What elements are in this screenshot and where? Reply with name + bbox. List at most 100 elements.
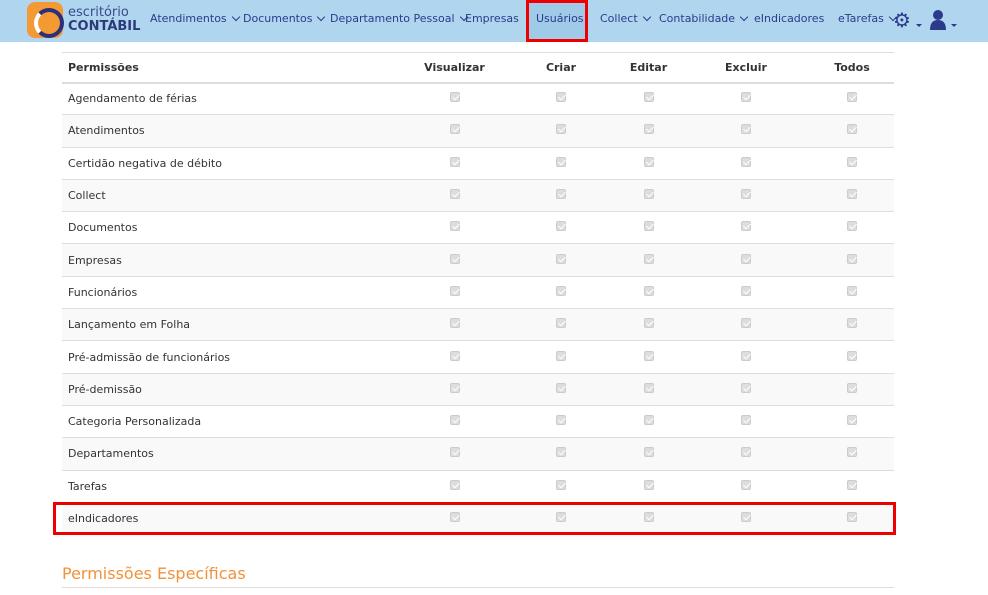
checkbox-todos[interactable] [847,318,857,329]
nav-departamento-pessoal[interactable]: Departamento Pessoal [330,12,468,25]
checkbox-editar[interactable] [643,253,654,264]
permission-name: Empresas [62,243,402,277]
nav-documentos[interactable]: Documentos [243,12,326,25]
nav-label: Contabilidade [659,12,736,25]
section-title: Permissões Específicas [62,564,246,583]
checkbox-todos[interactable] [847,221,857,232]
nav-atendimentos[interactable]: Atendimentos [150,12,240,25]
checkbox-editar[interactable] [643,447,654,458]
chevron-down-icon [317,12,326,22]
checkbox-editar[interactable] [643,92,654,103]
checkbox-excluir[interactable] [741,382,751,393]
checkbox-criar[interactable] [556,382,566,393]
checkbox-visualizar[interactable] [449,447,460,458]
nav-etarefas[interactable]: eTarefas [838,12,898,25]
checkbox-excluir[interactable] [741,479,751,490]
checkbox-editar[interactable] [643,479,654,490]
checkbox-visualizar[interactable] [449,285,460,296]
checkbox-editar[interactable] [643,124,654,135]
checkbox-criar[interactable] [556,285,566,296]
permission-name: Pré-demissão [62,373,402,406]
checkbox-criar[interactable] [556,189,566,200]
checkbox-excluir[interactable] [741,189,751,200]
checkbox-editar[interactable] [643,415,654,426]
checkbox-editar[interactable] [643,382,654,393]
checkbox-excluir[interactable] [741,253,751,264]
table-row: Atendimentos [62,114,894,148]
checkbox-excluir[interactable] [741,156,751,167]
checkbox-todos[interactable] [847,415,857,426]
checkbox-excluir[interactable] [741,92,751,103]
checkbox-visualizar[interactable] [449,479,460,490]
nav-contabilidade[interactable]: Contabilidade [659,12,749,25]
chevron-down-icon [231,12,240,22]
checkbox-todos[interactable] [847,124,857,135]
checkbox-todos[interactable] [847,92,857,103]
checkbox-visualizar[interactable] [449,318,460,329]
checkbox-todos[interactable] [847,156,857,167]
nav-label: Usuários [536,12,584,25]
checkbox-visualizar[interactable] [449,382,460,393]
checkbox-excluir[interactable] [741,447,751,458]
checkbox-criar[interactable] [556,253,566,264]
checkbox-todos[interactable] [847,479,857,490]
column-header: Editar [615,52,682,84]
checkbox-visualizar[interactable] [449,415,460,426]
checkbox-excluir[interactable] [741,221,751,232]
nav-eindicadores[interactable]: eIndicadores [754,12,824,25]
chevron-down-icon [642,12,651,22]
checkbox-visualizar[interactable] [449,253,460,264]
logo[interactable]: escritório CONTÁBIL [27,2,140,38]
checkbox-editar[interactable] [643,156,654,167]
permissions-table: Permissões Visualizar Criar Editar Excluir To… [62,52,894,536]
checkbox-criar[interactable] [556,156,566,167]
column-header: Criar [507,52,615,84]
checkbox-visualizar[interactable] [449,189,460,200]
checkbox-visualizar[interactable] [449,156,460,167]
checkbox-editar[interactable] [643,318,654,329]
checkbox-criar[interactable] [556,350,566,361]
checkbox-todos[interactable] [847,285,857,296]
checkbox-excluir[interactable] [741,415,751,426]
gear-icon[interactable]: ⚙ [893,10,911,30]
table-row: Documentos [62,211,894,245]
nav-collect[interactable]: Collect [600,12,651,25]
checkbox-todos[interactable] [847,253,857,264]
checkbox-visualizar[interactable] [449,124,460,135]
checkbox-todos[interactable] [847,382,857,393]
checkbox-visualizar[interactable] [449,221,460,232]
checkbox-editar[interactable] [643,350,654,361]
checkbox-criar[interactable] [556,221,566,232]
checkbox-todos[interactable] [847,189,857,200]
checkbox-editar[interactable] [643,221,654,232]
checkbox-criar[interactable] [556,92,566,103]
checkbox-excluir[interactable] [741,350,751,361]
table-row: Categoria Personalizada [62,405,894,439]
nav-label: eIndicadores [754,12,825,25]
nav-empresas[interactable]: Empresas [465,12,519,25]
checkbox-visualizar[interactable] [449,350,460,361]
checkbox-editar[interactable] [643,285,654,296]
nav-usu-rios[interactable]: Usuários [536,12,584,25]
checkbox-visualizar[interactable] [449,92,460,103]
table-row: Pré-admissão de funcionários [62,340,894,374]
checkbox-criar[interactable] [556,415,566,426]
user-icon[interactable] [930,9,952,31]
checkbox-criar[interactable] [556,124,566,135]
checkbox-criar[interactable] [556,318,566,329]
checkbox-editar[interactable] [643,189,654,200]
checkbox-todos[interactable] [847,447,857,458]
checkbox-excluir[interactable] [741,285,751,296]
checkbox-todos[interactable] [847,350,857,361]
table-row: Tarefas [62,470,894,503]
column-header: Permissões [62,52,402,84]
permission-name: Agendamento de férias [62,82,402,116]
checkbox-excluir[interactable] [741,318,751,329]
column-header: Todos [810,52,894,84]
checkbox-excluir[interactable] [741,124,751,135]
permission-name: Documentos [62,211,402,245]
checkbox-criar[interactable] [556,447,566,458]
table-row: Lançamento em Folha [62,308,894,342]
checkbox-criar[interactable] [556,479,566,490]
nav-label: Documentos [243,12,313,25]
